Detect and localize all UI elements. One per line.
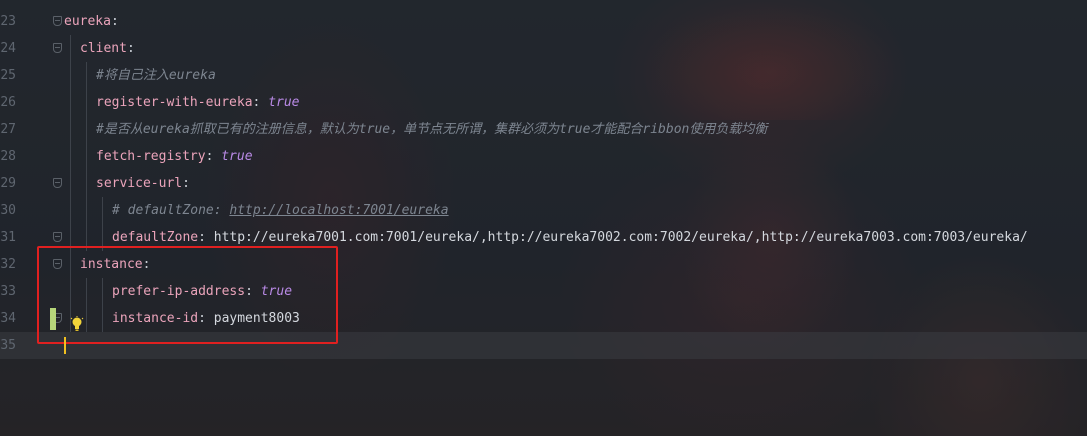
indent-guide xyxy=(86,89,87,116)
code-editor[interactable]: 23 eureka: 24 client: 25 #将自己注入eureka 26 regist… xyxy=(0,0,1087,436)
code-text[interactable]: #是否从eureka抓取已有的注册信息，默认为true，单节点无所谓，集群必须为… xyxy=(96,116,767,143)
code-token: # defaultZone: xyxy=(112,203,230,218)
code-text[interactable]: service-url: xyxy=(96,170,190,197)
code-token: : xyxy=(126,41,135,56)
code-token: #将自己注入eureka xyxy=(96,68,216,83)
code-text[interactable]: fetch-registry: true xyxy=(96,143,253,170)
indent-guide xyxy=(86,197,87,224)
line-number[interactable]: 25 xyxy=(0,62,16,89)
code-token: : xyxy=(205,149,222,164)
line-number[interactable]: 26 xyxy=(0,89,16,116)
line-number[interactable]: 27 xyxy=(0,116,16,143)
line-number[interactable]: 28 xyxy=(0,143,16,170)
line-number[interactable]: 23 xyxy=(0,8,16,35)
line-number[interactable]: 32 xyxy=(0,251,16,278)
indent-guide xyxy=(70,62,71,89)
code-token: #是否从eureka抓取已有的注册信息，默认为true，单节点无所谓，集群必须为… xyxy=(96,122,768,137)
indent-guide xyxy=(86,116,87,143)
code-line[interactable]: 30 # defaultZone: http://localhost:7001/e… xyxy=(0,197,1087,224)
code-token: service-url xyxy=(96,176,183,191)
indent-guide xyxy=(86,143,87,170)
indent-guide xyxy=(102,197,103,224)
code-token: : xyxy=(252,95,269,110)
indent-guide xyxy=(70,116,71,143)
code-text[interactable]: register-with-eureka: true xyxy=(96,89,300,116)
code-line[interactable]: 24 client: xyxy=(0,35,1087,62)
code-token: fetch-registry xyxy=(96,149,206,164)
code-token: eureka xyxy=(64,14,111,29)
code-text[interactable]: # defaultZone: http://localhost:7001/eur… xyxy=(112,197,449,224)
code-token: : xyxy=(110,14,119,29)
code-token: true xyxy=(221,149,253,164)
fold-marker-icon[interactable] xyxy=(53,16,62,26)
line-number[interactable]: 34 xyxy=(0,305,16,332)
line-number[interactable]: 29 xyxy=(0,170,16,197)
indent-guide xyxy=(86,170,87,197)
indent-guide xyxy=(70,143,71,170)
indent-guide xyxy=(70,197,71,224)
lightbulb-icon[interactable] xyxy=(70,316,84,332)
line-number[interactable]: 33 xyxy=(0,278,16,305)
line-number[interactable]: 31 xyxy=(0,224,16,251)
indent-guide xyxy=(70,35,71,62)
code-text[interactable]: #将自己注入eureka xyxy=(96,62,216,89)
code-token: http://eureka7001.com:7001/eureka/,http:… xyxy=(213,230,1028,245)
code-text[interactable]: client: xyxy=(80,35,135,62)
code-token: client xyxy=(80,41,127,56)
line-number[interactable]: 35 xyxy=(0,332,16,359)
code-token: true xyxy=(268,95,300,110)
line-number[interactable]: 30 xyxy=(0,197,16,224)
line-number[interactable]: 24 xyxy=(0,35,16,62)
text-caret xyxy=(64,337,66,354)
code-line[interactable]: 26 register-with-eureka: true xyxy=(0,89,1087,116)
indent-guide xyxy=(70,89,71,116)
fold-marker-icon[interactable] xyxy=(53,43,62,53)
code-token: http://localhost:7001/eureka xyxy=(229,203,449,218)
code-line[interactable]: 27 #是否从eureka抓取已有的注册信息，默认为true，单节点无所谓，集群必… xyxy=(0,116,1087,143)
fold-marker-icon[interactable] xyxy=(53,178,62,188)
code-line[interactable]: 23 eureka: xyxy=(0,8,1087,35)
indent-guide xyxy=(70,170,71,197)
code-line[interactable]: 25 #将自己注入eureka xyxy=(0,62,1087,89)
indent-guide xyxy=(86,62,87,89)
code-token: : xyxy=(182,176,190,191)
code-line[interactable]: 28 fetch-registry: true xyxy=(0,143,1087,170)
change-marker xyxy=(50,308,56,330)
code-token: register-with-eureka xyxy=(96,95,253,110)
fold-marker-icon[interactable] xyxy=(53,232,62,242)
code-text[interactable]: eureka: xyxy=(64,8,119,35)
code-token: : xyxy=(198,230,214,245)
code-line[interactable]: 29 service-url: xyxy=(0,170,1087,197)
code-token: defaultZone xyxy=(112,230,199,245)
